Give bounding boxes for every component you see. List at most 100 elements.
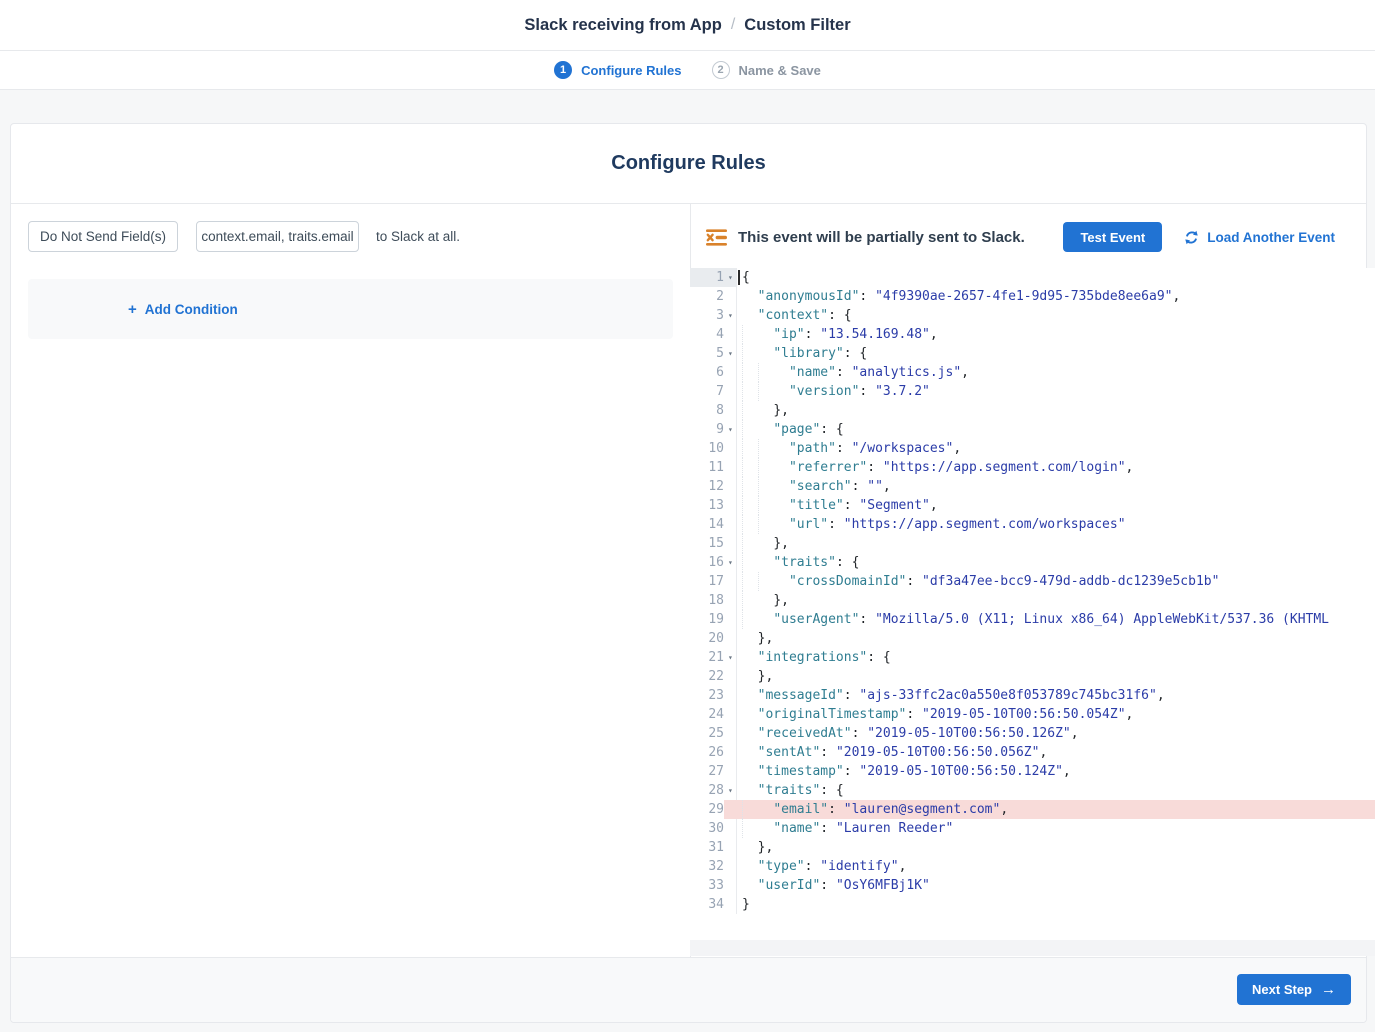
step-number-badge: 2 <box>712 61 730 79</box>
code-text: "sentAt": "2019-05-10T00:56:50.056Z", <box>737 743 1047 762</box>
line-number: 25 <box>690 724 737 743</box>
line-number: 15 <box>690 534 737 553</box>
editor-horizontal-scrollbar[interactable] <box>690 940 1375 956</box>
add-condition-label: Add Condition <box>145 302 238 317</box>
code-text: "name": "analytics.js", <box>737 363 969 382</box>
code-line[interactable]: 28▾"traits": { <box>690 781 1375 800</box>
code-line[interactable]: 8}, <box>690 401 1375 420</box>
fold-chevron-down-icon[interactable]: ▾ <box>728 420 733 439</box>
line-number: 19 <box>690 610 737 629</box>
load-another-event-link[interactable]: Load Another Event <box>1184 230 1335 245</box>
add-condition-button[interactable]: + Add Condition <box>128 302 238 317</box>
code-line[interactable]: 32"type": "identify", <box>690 857 1375 876</box>
code-line[interactable]: 11"referrer": "https://app.segment.com/l… <box>690 458 1375 477</box>
event-json-editor[interactable]: 1▾{2"anonymousId": "4f9390ae-2657-4fe1-9… <box>690 268 1375 940</box>
code-line[interactable]: 21▾"integrations": { <box>690 648 1375 667</box>
line-number: 18 <box>690 591 737 610</box>
code-line[interactable]: 31}, <box>690 838 1375 857</box>
line-number: 8 <box>690 401 737 420</box>
code-line[interactable]: 1▾{ <box>690 268 1375 287</box>
code-line-highlighted[interactable]: 29"email": "lauren@segment.com", <box>690 800 1375 819</box>
code-text: } <box>737 895 750 914</box>
code-text: "ip": "13.54.169.48", <box>737 325 938 344</box>
code-text: "integrations": { <box>737 648 891 667</box>
line-number: 31 <box>690 838 737 857</box>
code-line[interactable]: 27"timestamp": "2019-05-10T00:56:50.124Z… <box>690 762 1375 781</box>
code-text: "version": "3.7.2" <box>737 382 930 401</box>
filter-fields-select[interactable]: context.email, traits.email <box>196 221 359 252</box>
line-number: 2 <box>690 287 737 306</box>
page-title: Configure Rules <box>611 152 765 175</box>
breadcrumb-separator: / <box>731 16 735 34</box>
fold-chevron-down-icon[interactable]: ▾ <box>728 648 733 667</box>
code-line[interactable]: 24"originalTimestamp": "2019-05-10T00:56… <box>690 705 1375 724</box>
code-text: "timestamp": "2019-05-10T00:56:50.124Z", <box>737 762 1071 781</box>
breadcrumb-page: Custom Filter <box>744 16 850 35</box>
line-number: 4 <box>690 325 737 344</box>
code-text: "library": { <box>737 344 867 363</box>
code-text: }, <box>737 629 773 648</box>
code-line[interactable]: 13"title": "Segment", <box>690 496 1375 515</box>
code-text: "path": "/workspaces", <box>737 439 961 458</box>
fold-chevron-down-icon[interactable]: ▾ <box>728 268 733 287</box>
code-lines: 1▾{2"anonymousId": "4f9390ae-2657-4fe1-9… <box>690 268 1375 914</box>
breadcrumb-destination: Slack receiving from App <box>524 16 721 35</box>
next-step-label: Next Step <box>1252 982 1312 997</box>
code-text: "context": { <box>737 306 852 325</box>
code-line[interactable]: 22}, <box>690 667 1375 686</box>
code-text: "crossDomainId": "df3a47ee-bcc9-479d-add… <box>737 572 1219 591</box>
code-line[interactable]: 25"receivedAt": "2019-05-10T00:56:50.126… <box>690 724 1375 743</box>
code-line[interactable]: 4"ip": "13.54.169.48", <box>690 325 1375 344</box>
code-line[interactable]: 16▾"traits": { <box>690 553 1375 572</box>
line-number: 20 <box>690 629 737 648</box>
code-text: "url": "https://app.segment.com/workspac… <box>737 515 1126 534</box>
code-text: "name": "Lauren Reeder" <box>737 819 953 838</box>
step-name-save[interactable]: 2 Name & Save <box>712 61 821 79</box>
code-line[interactable]: 3▾"context": { <box>690 306 1375 325</box>
code-line[interactable]: 26"sentAt": "2019-05-10T00:56:50.056Z", <box>690 743 1375 762</box>
step-label: Name & Save <box>739 63 821 78</box>
line-number: 17 <box>690 572 737 591</box>
fold-chevron-down-icon[interactable]: ▾ <box>728 306 733 325</box>
code-text: "userId": "OsY6MFBj1K" <box>737 876 930 895</box>
condition-row: Do Not Send Field(s) context.email, trai… <box>28 221 690 252</box>
code-line[interactable]: 2"anonymousId": "4f9390ae-2657-4fe1-9d95… <box>690 287 1375 306</box>
test-event-button[interactable]: Test Event <box>1063 222 1162 252</box>
line-number: 30 <box>690 819 737 838</box>
line-number: 6 <box>690 363 737 382</box>
filter-action-select[interactable]: Do Not Send Field(s) <box>28 221 178 252</box>
code-text: "traits": { <box>737 553 859 572</box>
line-number: 13 <box>690 496 737 515</box>
fold-chevron-down-icon[interactable]: ▾ <box>728 344 733 363</box>
code-line[interactable]: 23"messageId": "ajs-33ffc2ac0a550e8f0537… <box>690 686 1375 705</box>
code-line[interactable]: 20}, <box>690 629 1375 648</box>
line-number: 34 <box>690 895 737 914</box>
step-configure-rules[interactable]: 1 Configure Rules <box>554 61 681 79</box>
code-line[interactable]: 30"name": "Lauren Reeder" <box>690 819 1375 838</box>
code-line[interactable]: 9▾"page": { <box>690 420 1375 439</box>
fold-chevron-down-icon[interactable]: ▾ <box>728 781 733 800</box>
code-text: "originalTimestamp": "2019-05-10T00:56:5… <box>737 705 1133 724</box>
line-number: 12 <box>690 477 737 496</box>
code-line[interactable]: 33"userId": "OsY6MFBj1K" <box>690 876 1375 895</box>
code-line[interactable]: 15}, <box>690 534 1375 553</box>
code-line[interactable]: 18}, <box>690 591 1375 610</box>
line-number: 29 <box>690 800 737 819</box>
code-line[interactable]: 14"url": "https://app.segment.com/worksp… <box>690 515 1375 534</box>
code-line[interactable]: 19"userAgent": "Mozilla/5.0 (X11; Linux … <box>690 610 1375 629</box>
code-text: "traits": { <box>737 781 844 800</box>
code-line[interactable]: 34} <box>690 895 1375 914</box>
code-line[interactable]: 7"version": "3.7.2" <box>690 382 1375 401</box>
next-step-button[interactable]: Next Step → <box>1237 974 1351 1005</box>
code-text: }, <box>737 401 789 420</box>
code-line[interactable]: 17"crossDomainId": "df3a47ee-bcc9-479d-a… <box>690 572 1375 591</box>
code-line[interactable]: 10"path": "/workspaces", <box>690 439 1375 458</box>
code-line[interactable]: 6"name": "analytics.js", <box>690 363 1375 382</box>
fold-chevron-down-icon[interactable]: ▾ <box>728 553 733 572</box>
line-number: 11 <box>690 458 737 477</box>
code-text: "type": "identify", <box>737 857 906 876</box>
line-number: 27 <box>690 762 737 781</box>
code-line[interactable]: 12"search": "", <box>690 477 1375 496</box>
code-line[interactable]: 5▾"library": { <box>690 344 1375 363</box>
add-condition-box: + Add Condition <box>28 279 673 339</box>
